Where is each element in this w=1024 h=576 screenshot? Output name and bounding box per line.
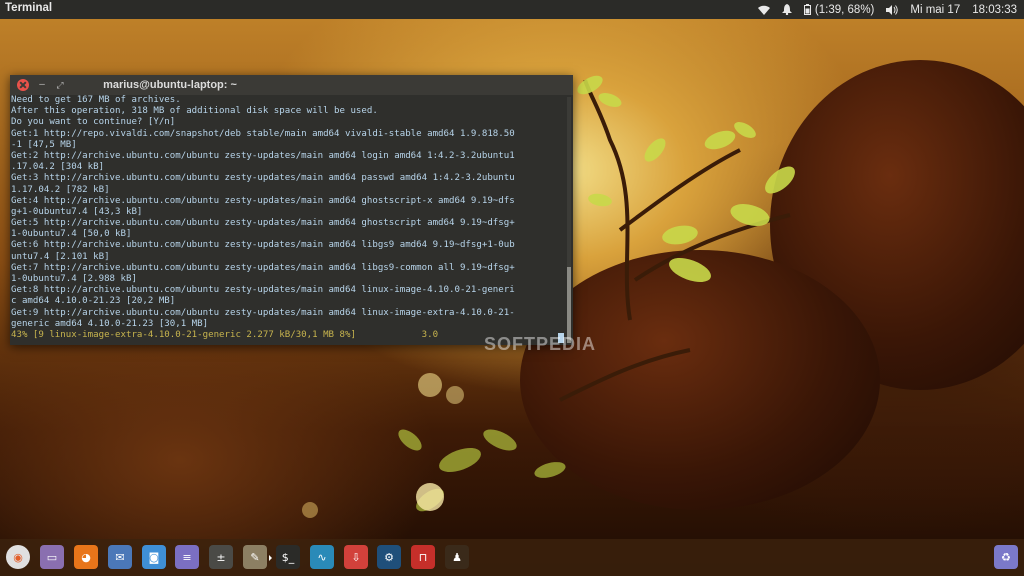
terminal-line: Get:8 http://archive.ubuntu.com/ubuntu z… (11, 285, 515, 296)
wifi-indicator[interactable] (752, 0, 776, 19)
terminal-line: Get:5 http://archive.ubuntu.com/ubuntu z… (11, 218, 515, 229)
clock-text: 18:03:33 (972, 3, 1017, 16)
terminal-line: .17.04.2 [304 kB] (11, 162, 105, 173)
firefox-icon[interactable]: ◕ (74, 545, 98, 569)
terminal-line: Get:4 http://archive.ubuntu.com/ubuntu z… (11, 195, 515, 206)
terminal-line: Get:3 http://archive.ubuntu.com/ubuntu z… (11, 173, 515, 184)
terminal-window[interactable]: – ⤢ marius@ubuntu-laptop: ~ Need to get … (10, 75, 573, 345)
ubuntu-logo-icon[interactable]: ◉ (6, 545, 30, 569)
transmission-icon[interactable]: ⊓ (411, 545, 435, 569)
system-monitor-icon[interactable]: ∿ (310, 545, 334, 569)
pidgin-icon[interactable]: ♟ (445, 545, 469, 569)
terminal-line: g+1-0ubuntu7.4 [43,3 kB] (11, 206, 143, 217)
terminal-scrollbar[interactable] (567, 97, 571, 343)
date-indicator[interactable]: Mi mai 17 (904, 0, 966, 19)
software-updater-icon[interactable]: ⇩ (344, 545, 368, 569)
launcher-dock: ◉ ▭ ◕ ✉ ◙ ≡ ± ✎ $_ ∿ ⇩ ⚙ ⊓ ♟ ♻ (0, 539, 1024, 576)
recycle-bin-icon[interactable]: ♻ (994, 545, 1018, 569)
calculator-icon[interactable]: ± (209, 545, 233, 569)
gimp-icon[interactable]: ✎ (243, 545, 267, 569)
terminal-output[interactable]: Need to get 167 MB of archives. After thi… (10, 95, 565, 345)
battery-status-text: (1:39, 68%) (814, 3, 875, 16)
terminal-line: 1-0ubuntu7.4 [50,0 kB] (11, 229, 132, 240)
terminal-line: Get:6 http://archive.ubuntu.com/ubuntu z… (11, 240, 515, 251)
text-editor-icon[interactable]: ≡ (175, 545, 199, 569)
terminal-line: Get:1 http://repo.vivaldi.com/snapshot/d… (11, 128, 515, 139)
terminal-line: 1.17.04.2 [782 kB] (11, 184, 110, 195)
terminal-line: Get:2 http://archive.ubuntu.com/ubuntu z… (11, 150, 515, 161)
clock-indicator[interactable]: 18:03:33 (966, 0, 1024, 19)
terminal-line: -1 [47,5 MB] (11, 139, 77, 150)
terminal-line: Get:7 http://archive.ubuntu.com/ubuntu z… (11, 262, 515, 273)
terminal-progress-line: 43% [9 linux-image-extra-4.10.0-21-gener… (11, 329, 439, 340)
active-app-title: Terminal (5, 2, 53, 14)
system-tray: (1:39, 68%) Mi mai 17 18:03:33 (752, 0, 1024, 19)
bell-icon (781, 4, 792, 15)
screenshot-icon[interactable]: ◙ (142, 545, 166, 569)
softpedia-watermark: SOFTPEDIA (484, 334, 597, 354)
files-icon[interactable]: ▭ (40, 545, 64, 569)
sound-indicator[interactable] (880, 0, 904, 19)
terminal-line: Do you want to continue? [Y/n] (11, 117, 176, 128)
steam-icon[interactable]: ⚙ (377, 545, 401, 569)
date-text: Mi mai 17 (910, 3, 961, 16)
top-panel: Terminal (1:39, 68%) Mi mai 17 18:03:33 (0, 0, 1024, 19)
battery-indicator[interactable]: (1:39, 68%) (798, 0, 880, 19)
mail-icon[interactable]: ✉ (108, 545, 132, 569)
terminal-line: generic amd64 4.10.0-21.23 [30,1 MB] (11, 318, 209, 329)
scrollbar-thumb[interactable] (567, 267, 571, 343)
battery-icon (803, 4, 811, 15)
terminal-line: Need to get 167 MB of archives. (11, 95, 181, 105)
notification-indicator[interactable] (776, 0, 798, 19)
terminal-titlebar[interactable]: – ⤢ marius@ubuntu-laptop: ~ (10, 75, 573, 95)
terminal-line: untu7.4 [2.101 kB] (11, 251, 110, 262)
terminal-line: c amd64 4.10.0-21.23 [20,2 MB] (11, 296, 176, 307)
terminal-line: 1-0ubuntu7.4 [2.988 kB] (11, 274, 137, 284)
wifi-icon (757, 5, 770, 15)
speaker-icon (886, 4, 899, 15)
terminal-icon[interactable]: $_ (269, 545, 300, 569)
terminal-line: Get:9 http://archive.ubuntu.com/ubuntu z… (11, 307, 515, 318)
terminal-line: After this operation, 318 MB of addition… (11, 106, 378, 117)
terminal-title: marius@ubuntu-laptop: ~ (103, 79, 237, 91)
